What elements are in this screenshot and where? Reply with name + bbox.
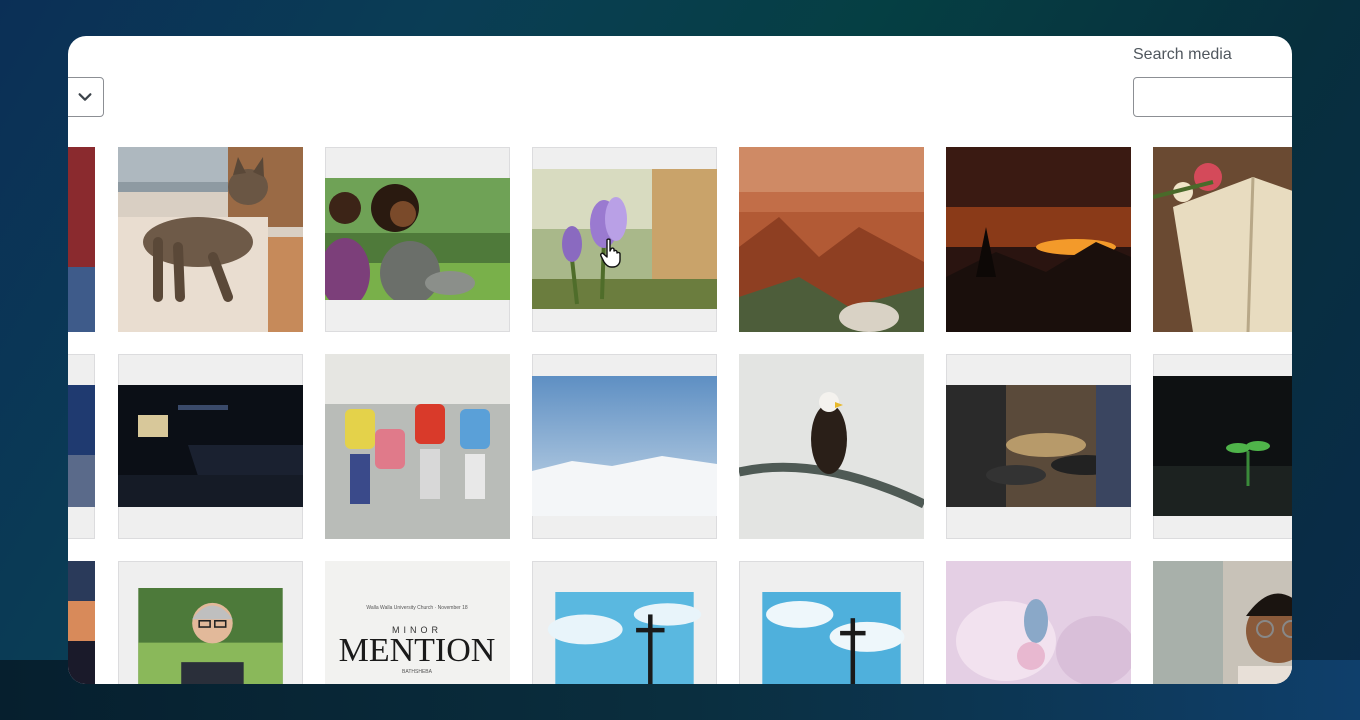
hand-pointer-cursor-icon <box>600 238 621 268</box>
purple-crocus-image <box>532 169 717 309</box>
minor-mention-poster-image: Walla Walla University Church · November… <box>325 561 510 684</box>
media-filter-select[interactable] <box>68 77 104 117</box>
media-item-partial-stage[interactable] <box>68 354 95 539</box>
poster-subtitle-text: BATHSHEBA <box>402 669 433 675</box>
partial-red-image <box>68 147 95 332</box>
media-item-serving-food[interactable] <box>946 354 1131 539</box>
chevron-down-icon <box>78 93 92 101</box>
blue-butterfly-image <box>946 561 1131 684</box>
poster-small-text: Walla Walla University Church · November… <box>366 605 468 611</box>
media-item-red-rock-canyon[interactable] <box>739 147 924 332</box>
bald-eagle-image <box>739 354 924 539</box>
church-stage-image <box>118 385 303 507</box>
media-item-two-women[interactable] <box>325 147 510 332</box>
two-women-image <box>325 178 510 300</box>
media-item-minor-mention-poster[interactable]: Walla Walla University Church · November… <box>325 561 510 684</box>
mountain-sunset-image <box>946 147 1131 332</box>
man-portrait-image <box>138 588 283 684</box>
media-item-tabby-cat[interactable] <box>118 147 303 332</box>
partial-sunset-image <box>68 561 95 684</box>
media-item-cross-sky[interactable] <box>532 561 717 684</box>
media-item-mountain-sunset[interactable] <box>946 147 1131 332</box>
media-item-purple-crocus[interactable] <box>532 147 717 332</box>
search-media-label: Search media <box>1133 46 1232 63</box>
media-item-snowy-landscape[interactable] <box>532 354 717 539</box>
children-backpacks-image <box>325 354 510 539</box>
media-item-children-backpacks[interactable] <box>325 354 510 539</box>
seedling-image <box>1153 376 1292 516</box>
tabby-cat-image <box>118 147 303 332</box>
media-item-man-portrait[interactable] <box>118 561 303 684</box>
media-item-open-book-roses[interactable] <box>1153 147 1292 332</box>
media-library-panel: Search media Walla Walla University Chur… <box>68 36 1292 684</box>
open-book-roses-image <box>1153 147 1292 332</box>
serving-food-image <box>946 385 1131 507</box>
media-item-smiling-man[interactable] <box>1153 561 1292 684</box>
media-item-cross-clouds[interactable] <box>739 561 924 684</box>
cross-clouds-image <box>762 592 905 684</box>
cross-sky-image <box>547 592 702 684</box>
media-item-partial-red-image[interactable] <box>68 147 95 332</box>
media-item-church-stage[interactable] <box>118 354 303 539</box>
poster-mention-text: MENTION <box>339 632 496 669</box>
red-rock-canyon-image <box>739 147 924 332</box>
partial-stage-image <box>68 385 95 507</box>
media-item-bald-eagle[interactable] <box>739 354 924 539</box>
media-item-seedling[interactable] <box>1153 354 1292 539</box>
media-item-partial-sunset[interactable] <box>68 561 95 684</box>
media-item-blue-butterfly[interactable] <box>946 561 1131 684</box>
smiling-man-image <box>1153 561 1292 684</box>
search-media-input[interactable] <box>1133 77 1292 117</box>
snowy-landscape-image <box>532 376 717 516</box>
